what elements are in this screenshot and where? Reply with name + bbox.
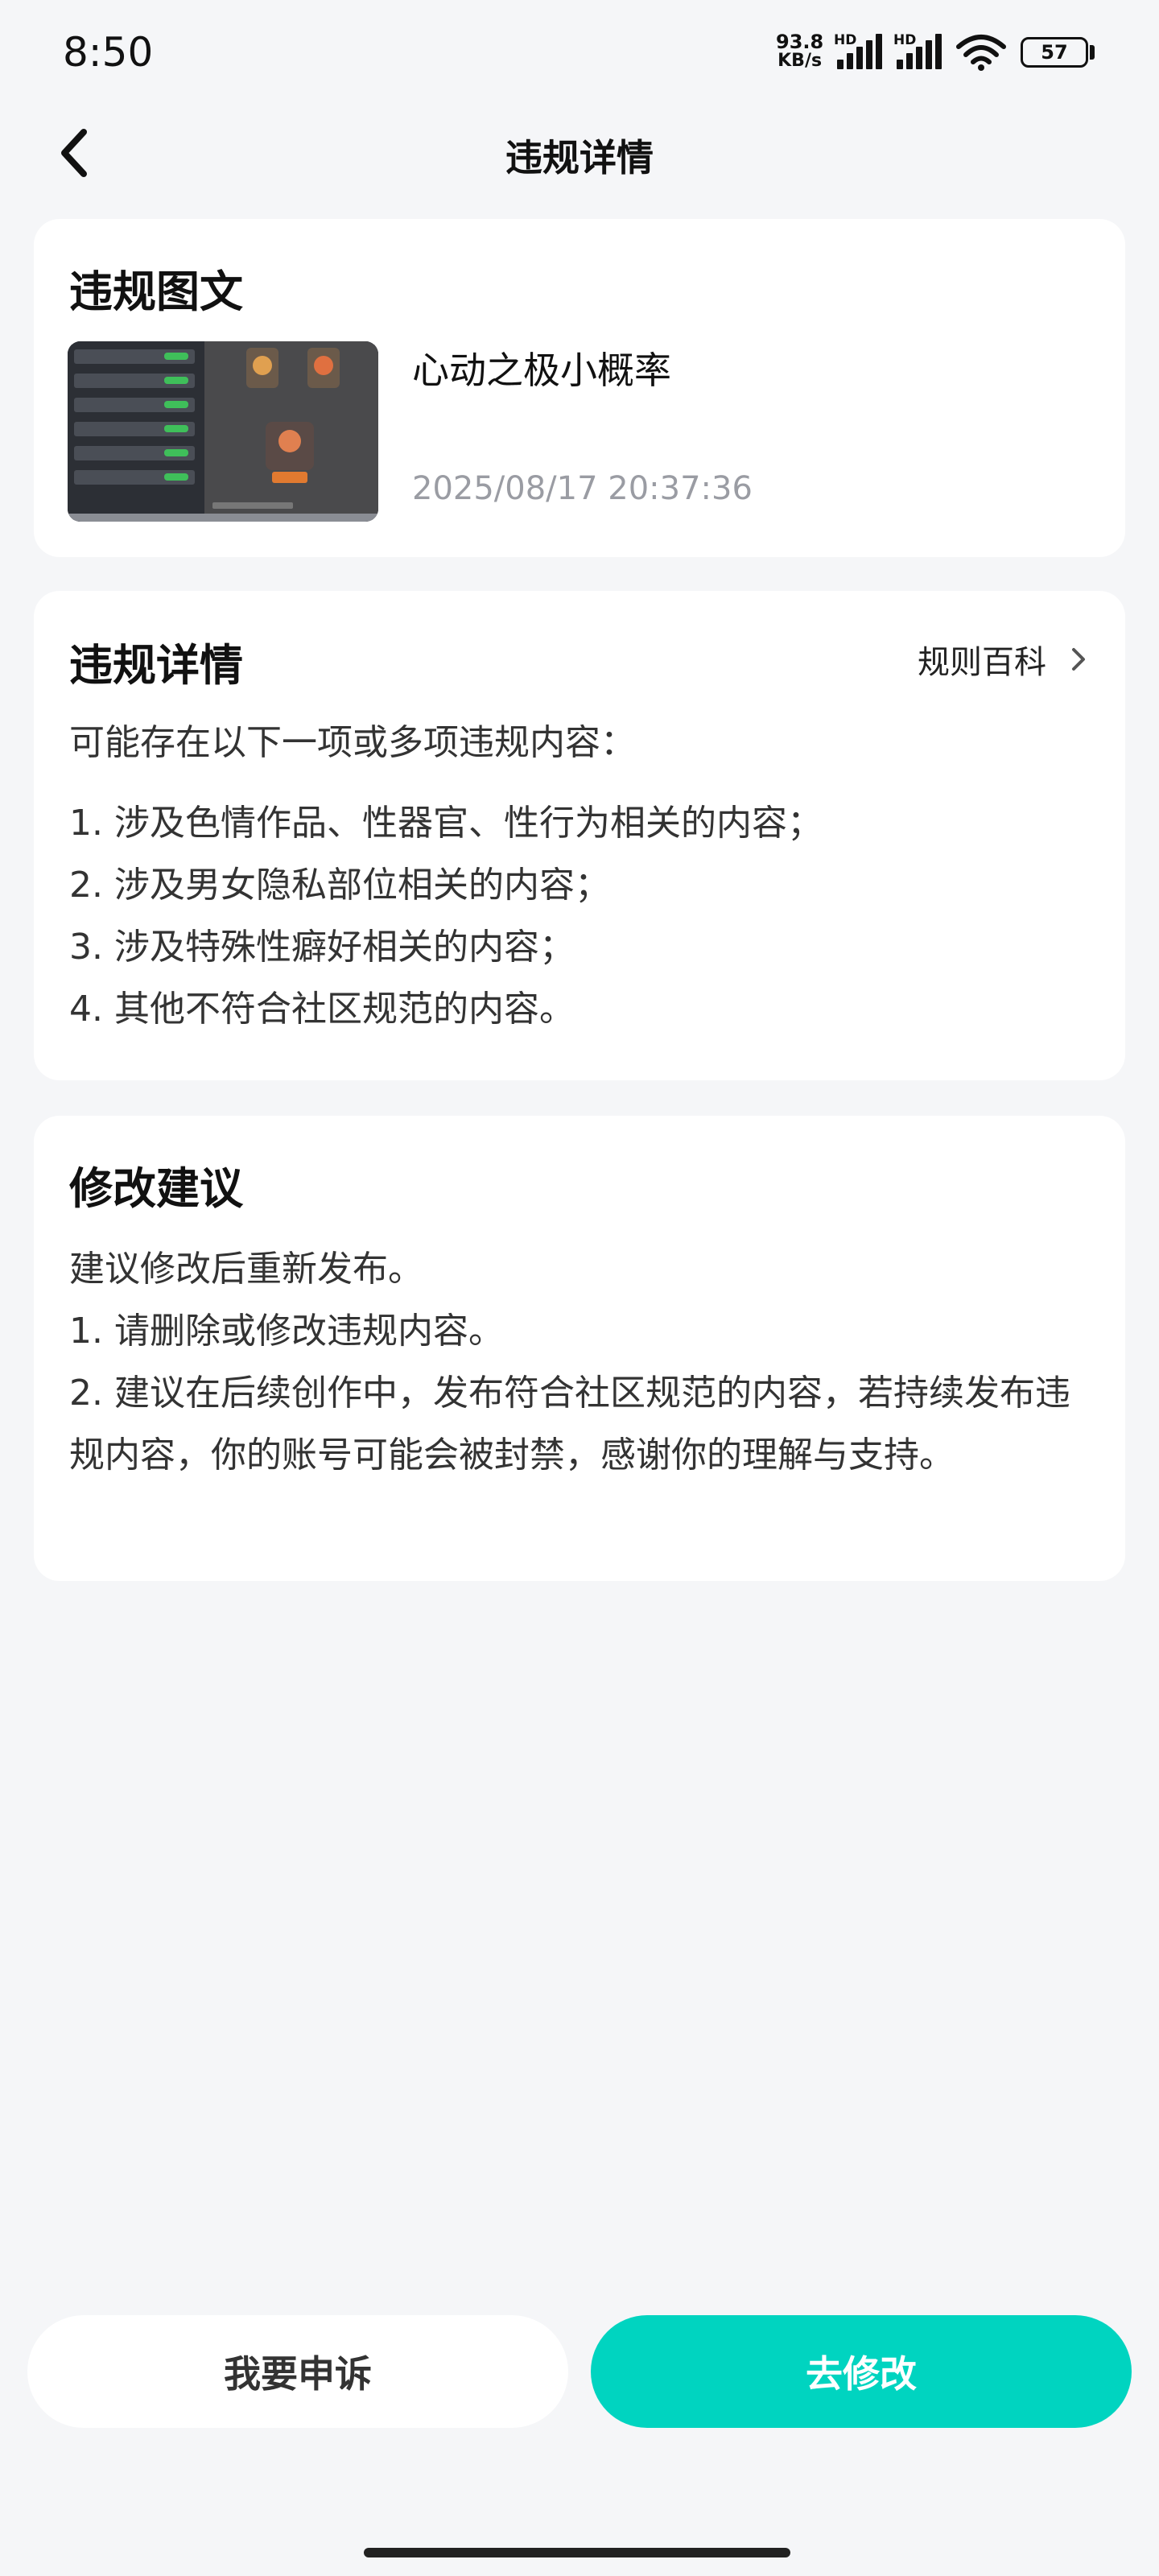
chevron-right-icon <box>1072 648 1085 671</box>
post-title: 心动之极小概率 <box>412 349 671 392</box>
post-timestamp: 2025/08/17 20:37:36 <box>412 470 753 507</box>
violation-list: 1. 涉及色情作品、性器官、性行为相关的内容； 2. 涉及男女隐私部位相关的内容… <box>69 792 823 1040</box>
battery-tip <box>1090 45 1095 60</box>
list-item: 1. 涉及色情作品、性器官、性行为相关的内容； <box>69 803 823 844</box>
network-speed-value: 93.8 <box>776 31 824 53</box>
advice-line: 1. 请删除或修改违规内容。 <box>69 1311 504 1352</box>
network-speed: 93.8 KB/s <box>776 32 823 71</box>
wifi-icon <box>956 34 1006 74</box>
sim2-hd-label: HD <box>893 32 917 48</box>
violation-intro: 可能存在以下一项或多项违规内容： <box>69 722 636 763</box>
signal-icon-2: HD <box>893 32 943 69</box>
network-speed-unit: KB/s <box>777 51 823 71</box>
nav-bar: 违规详情 <box>0 105 1159 201</box>
battery-level: 57 <box>1041 41 1068 64</box>
rules-link-label: 规则百科 <box>918 644 1046 681</box>
violation-detail-card: 违规详情 规则百科 可能存在以下一项或多项违规内容： 1. 涉及色情作品、性器官… <box>34 591 1125 1080</box>
card-title-violation-detail: 违规详情 <box>69 640 243 691</box>
modification-advice-card: 修改建议 建议修改后重新发布。 1. 请删除或修改违规内容。 2. 建议在后续创… <box>34 1116 1125 1581</box>
post-thumbnail[interactable] <box>68 341 378 522</box>
card-title-violating-post: 违规图文 <box>69 266 243 317</box>
violating-post-card: 违规图文 心动之极小概率 2025/08/17 20:37:36 <box>34 219 1125 557</box>
sim1-hd-label: HD <box>834 32 857 48</box>
list-item: 3. 涉及特殊性癖好相关的内容； <box>69 927 575 968</box>
advice-body: 建议修改后重新发布。 1. 请删除或修改违规内容。 2. 建议在后续创作中，发布… <box>69 1238 1091 1486</box>
card-title-advice: 修改建议 <box>69 1163 243 1214</box>
home-indicator[interactable] <box>364 2548 790 2557</box>
rules-encyclopedia-link[interactable]: 规则百科 <box>918 636 1087 683</box>
signal-icon: HD <box>834 32 884 69</box>
advice-line: 建议修改后重新发布。 <box>69 1249 423 1290</box>
status-time: 8:50 <box>63 29 154 76</box>
advice-line: 2. 建议在后续创作中，发布符合社区规范的内容，若持续发布违规内容，你的账号可能… <box>69 1373 1070 1476</box>
appeal-button[interactable]: 我要申诉 <box>27 2315 568 2428</box>
list-item: 2. 涉及男女隐私部位相关的内容； <box>69 865 610 906</box>
page-title: 违规详情 <box>505 136 654 180</box>
status-bar: 8:50 93.8 KB/s HD HD 57 <box>0 0 1159 105</box>
battery-icon: 57 <box>1021 37 1088 68</box>
list-item: 4. 其他不符合社区规范的内容。 <box>69 989 575 1030</box>
go-edit-button[interactable]: 去修改 <box>591 2315 1132 2428</box>
